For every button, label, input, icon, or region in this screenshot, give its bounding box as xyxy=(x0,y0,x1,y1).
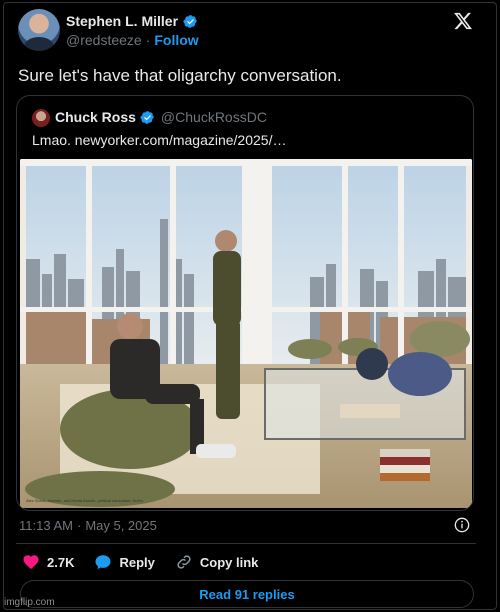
quoted-author-avatar[interactable] xyxy=(32,109,50,127)
reply-bubble-icon xyxy=(95,555,111,570)
photo-caption: Alex Soros, investor, and Huma Abedin, p… xyxy=(26,498,144,503)
apartment-photo-illustration xyxy=(20,159,472,508)
quoted-tweet-photo[interactable]: Alex Soros, investor, and Huma Abedin, p… xyxy=(20,159,472,508)
quoted-tweet-text: Lmao. newyorker.com/magazine/2025/… xyxy=(32,132,287,148)
info-icon[interactable] xyxy=(454,517,470,533)
imgflip-watermark: imgflip.com xyxy=(4,597,55,608)
action-bar: 2.7K Reply Copy link xyxy=(22,553,278,571)
handle-separator: · xyxy=(145,32,151,48)
tweet-date[interactable]: May 5, 2025 xyxy=(85,518,157,533)
tweet-timestamp[interactable]: 11:13 AM · May 5, 2025 xyxy=(19,518,157,533)
tweet-time[interactable]: 11:13 AM xyxy=(19,518,73,533)
timestamp-separator: · xyxy=(76,518,82,533)
heart-icon xyxy=(23,555,39,570)
tweet-embed-card: Stephen L. Miller @redsteeze · Follow Su… xyxy=(3,2,497,610)
copy-link-label: Copy link xyxy=(199,554,259,570)
follow-button[interactable]: Follow xyxy=(154,32,198,48)
author-name-row[interactable]: Stephen L. Miller xyxy=(66,13,198,29)
like-button[interactable]: 2.7K xyxy=(22,553,74,571)
quoted-author-row: Chuck Ross @ChuckRossDC xyxy=(55,109,267,125)
author-handle[interactable]: @redsteeze xyxy=(66,32,142,48)
reply-label: Reply xyxy=(119,554,155,570)
divider xyxy=(16,543,476,544)
link-icon xyxy=(177,555,191,569)
author-avatar[interactable] xyxy=(18,9,60,51)
tweet-text: Sure let's have that oligarchy conversat… xyxy=(18,66,342,85)
quoted-author-name[interactable]: Chuck Ross xyxy=(55,109,136,125)
reply-button[interactable]: Reply xyxy=(94,553,155,571)
quoted-author-handle[interactable]: @ChuckRossDC xyxy=(161,109,267,125)
author-handle-row: @redsteeze · Follow xyxy=(66,32,199,48)
verified-badge-icon xyxy=(140,110,154,124)
like-count: 2.7K xyxy=(47,554,75,570)
quoted-tweet[interactable]: Chuck Ross @ChuckRossDC Lmao. newyorker.… xyxy=(16,95,474,511)
x-logo-icon[interactable] xyxy=(453,11,473,31)
author-name[interactable]: Stephen L. Miller xyxy=(66,13,178,29)
copy-link-button[interactable]: Copy link xyxy=(175,553,259,571)
verified-badge-icon xyxy=(183,14,197,28)
read-replies-button[interactable]: Read 91 replies xyxy=(20,580,474,608)
